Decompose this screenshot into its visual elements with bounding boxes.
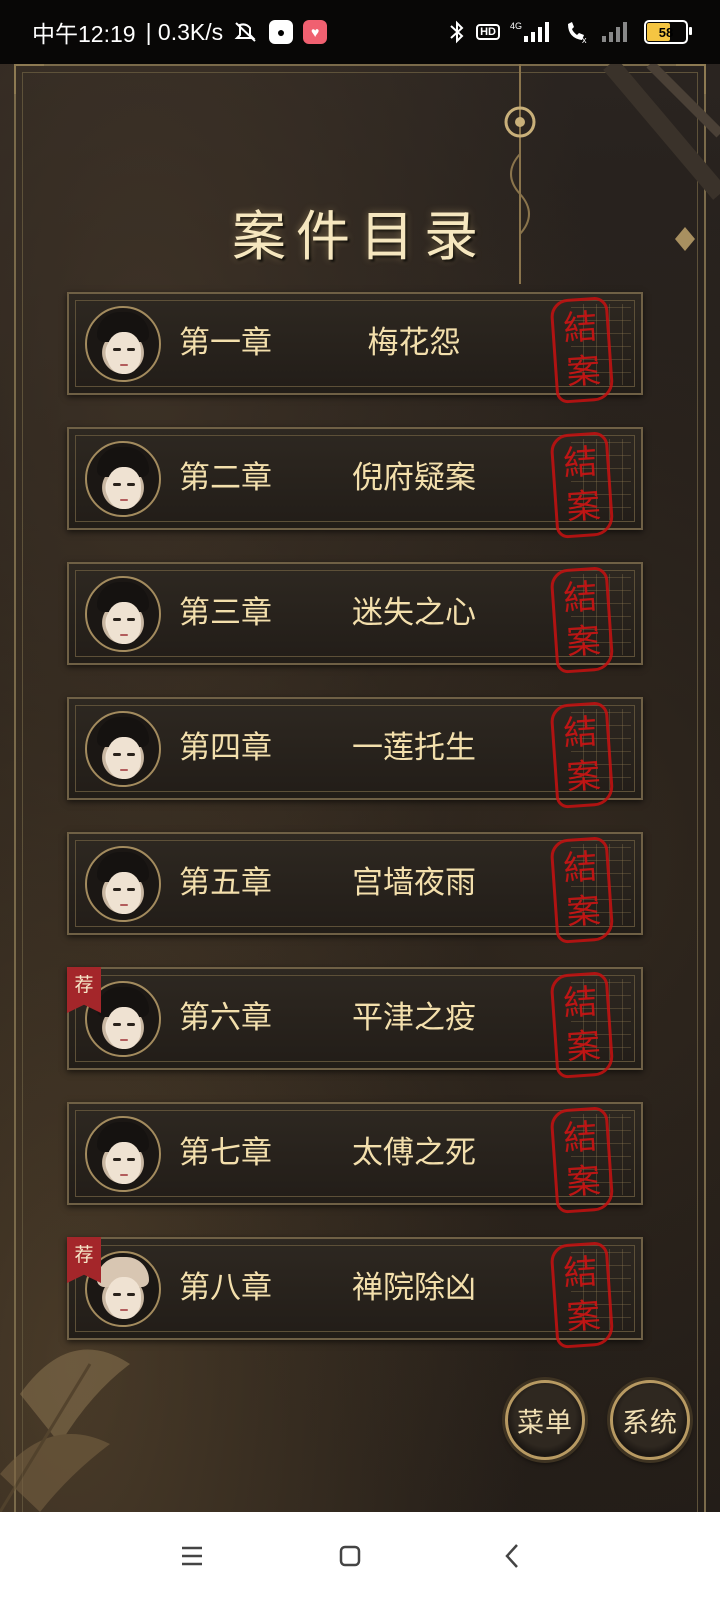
chapter-number: 第五章 [179,865,272,901]
chapter-title: 平津之疫 [352,1000,476,1036]
chapter-title: 倪府疑案 [352,460,476,496]
character-avatar [85,1116,161,1192]
bluetooth-icon [448,20,466,44]
battery-icon: 58 [644,20,692,44]
mute-icon [233,21,259,43]
case-closed-stamp: 結案 [549,431,615,539]
svg-text:x: x [582,35,587,44]
chapter-8-card[interactable]: 第八章 禅院除凶 結案 荐 [67,1237,643,1349]
case-closed-stamp: 結案 [549,701,615,809]
character-avatar [85,711,161,787]
frame-corner-decoration [14,64,44,94]
case-closed-stamp: 結案 [549,1106,615,1214]
network-speed: | 0.3K/s [145,18,224,45]
signal-icon: 4G [510,20,554,44]
case-closed-stamp: 結案 [549,566,615,674]
menu-button[interactable]: 菜单 [505,1380,585,1460]
hd-icon: HD [476,24,500,40]
chapter-number: 第六章 [179,1000,272,1036]
status-bar: 中午12:19 | 0.3K/s ● ♥ HD 4G x 58 [0,0,720,64]
case-closed-stamp: 結案 [549,971,615,1079]
status-bar-right: HD 4G x 58 [448,20,692,44]
chapter-7-card[interactable]: 第七章 太傅之死 結案 [67,1102,643,1214]
chapter-number: 第三章 [179,595,272,631]
chapter-title: 宫墙夜雨 [352,865,476,901]
status-time: 中午12:19 [32,21,136,47]
qq-icon: ● [269,20,294,44]
chapter-number: 第四章 [179,730,272,766]
chapter-number: 第一章 [179,325,272,361]
back-icon[interactable] [492,1536,532,1576]
chapter-number: 第七章 [179,1135,272,1171]
signal-weak-icon [600,20,634,44]
chapter-3-card[interactable]: 第三章 迷失之心 結案 [67,562,643,674]
case-closed-stamp: 結案 [549,296,615,404]
menu-icon[interactable] [172,1536,212,1576]
case-closed-stamp: 結案 [549,836,615,944]
chapter-6-card[interactable]: 第六章 平津之疫 結案 荐 [67,967,643,1079]
chapter-title: 迷失之心 [352,595,476,631]
case-closed-stamp: 結案 [549,1241,615,1349]
chapter-number: 第二章 [179,460,272,496]
call-icon: x [564,20,590,44]
status-bar-left: 中午12:19 | 0.3K/s ● ♥ [32,15,328,49]
chapter-title: 太傅之死 [352,1135,476,1171]
chapter-1-card[interactable]: 第一章 梅花怨 結案 [67,292,643,404]
chapter-number: 第八章 [179,1270,272,1306]
character-avatar [85,576,161,652]
system-button[interactable]: 系统 [610,1380,690,1460]
home-icon[interactable] [330,1536,370,1576]
character-avatar [85,441,161,517]
battery-level: 58 [658,24,674,40]
character-avatar [85,846,161,922]
chapter-title: 梅花怨 [367,325,461,361]
chapter-2-card[interactable]: 第二章 倪府疑案 結案 [67,427,643,539]
case-catalog-screen: 案件目录 第一章 梅花怨 結案 第二章 倪府疑案 結案 第三章 迷失之心 結案 … [0,64,720,1512]
character-avatar [85,306,161,382]
network-type: 4G [510,21,522,31]
page-title: 案件目录 [232,205,488,268]
chapter-5-card[interactable]: 第五章 宫墙夜雨 結案 [67,832,643,944]
chapter-4-card[interactable]: 第四章 一莲托生 結案 [67,697,643,809]
app-icon: ♥ [303,20,328,44]
chapter-title: 一莲托生 [352,730,476,766]
navigation-bar [0,1512,720,1600]
chapter-title: 禅院除凶 [352,1270,476,1306]
